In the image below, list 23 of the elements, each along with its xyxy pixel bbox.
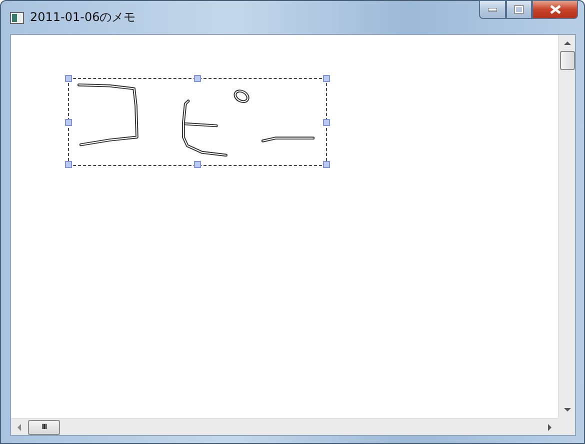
scroll-down-icon[interactable]: [562, 405, 572, 414]
resize-handle[interactable]: [65, 161, 72, 168]
resize-handle[interactable]: [194, 161, 201, 168]
window-title: 2011-01-06のメモ: [30, 9, 136, 26]
close-icon: [550, 5, 560, 14]
scroll-left-icon[interactable]: [15, 422, 24, 432]
minimize-button[interactable]: [479, 0, 506, 19]
scroll-thumb[interactable]: [560, 51, 574, 70]
resize-handle[interactable]: [65, 119, 72, 126]
resize-handle[interactable]: [323, 119, 330, 126]
resize-handle[interactable]: [194, 75, 201, 82]
close-button[interactable]: [532, 0, 578, 19]
vertical-scrollbar[interactable]: [558, 35, 575, 418]
scroll-up-icon[interactable]: [562, 39, 572, 48]
minimize-icon: [488, 8, 497, 12]
resize-handle[interactable]: [323, 75, 330, 82]
resize-handle[interactable]: [65, 75, 72, 82]
selection-rectangle[interactable]: [68, 78, 327, 166]
scroll-right-icon[interactable]: [545, 422, 554, 432]
resize-handle[interactable]: [323, 161, 330, 168]
maximize-button[interactable]: [506, 0, 532, 19]
app-icon: [10, 12, 24, 24]
maximize-icon: [514, 5, 524, 14]
